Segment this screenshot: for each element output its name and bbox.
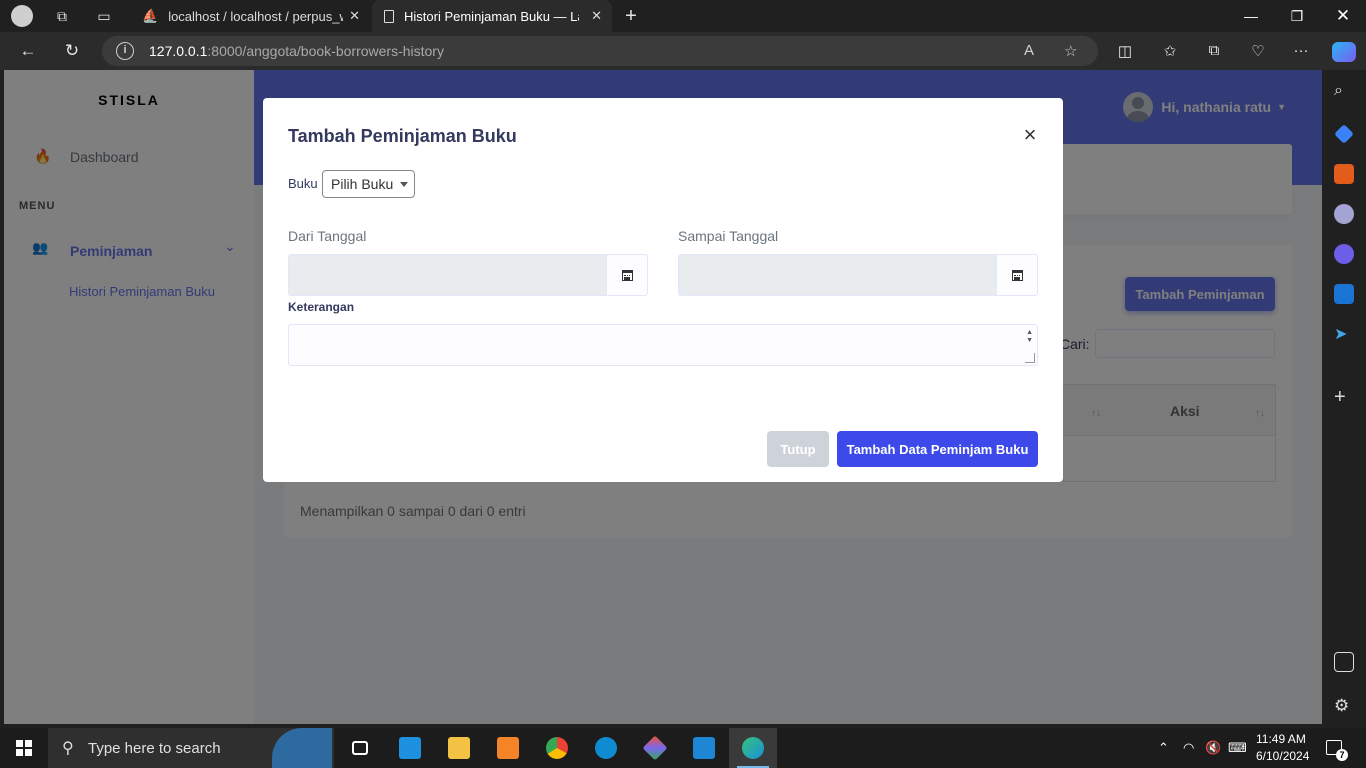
copilot-icon[interactable]	[1332, 42, 1356, 62]
tab-title: Histori Peminjaman Buku — Lara	[404, 8, 579, 24]
edge-icon[interactable]	[729, 728, 777, 768]
book-label: Buku	[288, 176, 318, 191]
clock-time[interactable]: 11:49 AM	[1256, 732, 1306, 746]
mysql-icon[interactable]	[582, 728, 630, 768]
back-icon[interactable]: ←	[13, 37, 43, 65]
minimize-icon[interactable]: —	[1228, 0, 1274, 32]
favorites-icon[interactable]: ✩	[1159, 42, 1181, 62]
to-date-input[interactable]	[678, 254, 996, 296]
taskbar-search[interactable]: ⚲ Type here to search	[48, 728, 334, 768]
page-viewport: STISLA 🔥 Dashboard MENU 👥 Peminjaman ⌄ H…	[4, 70, 1322, 724]
outlook-icon[interactable]	[1334, 284, 1354, 304]
xampp-icon[interactable]	[484, 728, 532, 768]
close-tab-icon[interactable]: ✕	[349, 8, 360, 24]
send-icon[interactable]: ➤	[1334, 324, 1354, 344]
task-view-icon[interactable]	[336, 728, 384, 768]
spinner-icon[interactable]: ▲ ▼	[1026, 329, 1033, 345]
close-tab-icon[interactable]: ✕	[591, 8, 602, 24]
description-textarea[interactable]: ▲ ▼	[288, 324, 1038, 366]
tools-icon[interactable]	[1334, 164, 1354, 184]
to-date-label: Sampai Tanggal	[678, 228, 779, 244]
calendar-icon	[621, 269, 633, 281]
taskbar-search-placeholder: Type here to search	[88, 740, 221, 757]
more-menu-icon[interactable]: ···	[1290, 42, 1312, 62]
chrome-icon[interactable]	[533, 728, 581, 768]
favorite-star-icon[interactable]: ☆	[1064, 42, 1077, 60]
collections-icon[interactable]: ⧉	[1203, 42, 1225, 62]
tab-phpmyadmin[interactable]: ⛵ localhost / localhost / perpus_we ✕	[130, 0, 370, 32]
search-icon: ⚲	[62, 740, 74, 757]
keyboard-icon[interactable]: ⌨	[1228, 740, 1247, 756]
sidebar-settings-icon[interactable]: ⚙	[1334, 696, 1354, 716]
shopping-tag-icon[interactable]	[1334, 124, 1354, 144]
split-screen-icon[interactable]: ◫	[1114, 42, 1136, 62]
restore-icon[interactable]: ❐	[1274, 0, 1320, 32]
browser-essentials-icon[interactable]: ♡	[1247, 42, 1269, 62]
windows-taskbar: ⚲ Type here to search ⌃ ◠ 🔇 ⌨ 11:49 AM 6…	[0, 728, 1366, 768]
from-date-input[interactable]	[288, 254, 606, 296]
close-icon[interactable]: ×	[1020, 124, 1040, 146]
close-window-icon[interactable]: ✕	[1320, 0, 1366, 32]
to-date-calendar-button[interactable]	[996, 254, 1038, 296]
site-info-icon[interactable]: i	[116, 42, 134, 60]
close-button[interactable]: Tutup	[767, 431, 829, 467]
workspaces-icon[interactable]: ⧉	[48, 4, 76, 28]
page-icon	[384, 9, 394, 23]
browser-tab-strip: ⧉ ▭ ⛵ localhost / localhost / perpus_we …	[0, 0, 1366, 32]
add-borrowing-modal: Tambah Peminjaman Buku × Buku Pilih Buku…	[263, 98, 1063, 482]
new-tab-icon[interactable]: +	[617, 4, 645, 28]
search-icon[interactable]: ⌕	[1334, 82, 1354, 102]
phpmyadmin-icon: ⛵	[142, 8, 159, 23]
modal-title: Tambah Peminjaman Buku	[288, 126, 517, 146]
tab-history[interactable]: Histori Peminjaman Buku — Lara ✕	[372, 0, 612, 32]
edge-sidebar: ⌕ ➤ + ⚙	[1322, 70, 1366, 726]
address-bar[interactable]: i 127.0.0.1:8000/anggota/book-borrowers-…	[102, 36, 1098, 66]
refresh-icon[interactable]: ↻	[57, 37, 87, 65]
book-select-value: Pilih Buku	[331, 176, 394, 192]
browser-toolbar: ← ↻ i 127.0.0.1:8000/anggota/book-borrow…	[0, 32, 1366, 70]
games-icon[interactable]	[1334, 204, 1354, 224]
notification-badge: 7	[1336, 749, 1348, 761]
start-button[interactable]	[0, 728, 48, 768]
from-date-calendar-button[interactable]	[606, 254, 648, 296]
from-date-label: Dari Tanggal	[288, 228, 367, 244]
calendar-icon	[1011, 269, 1023, 281]
book-select[interactable]: Pilih Buku	[322, 170, 415, 198]
wifi-icon[interactable]: ◠	[1183, 740, 1194, 756]
vscode-icon[interactable]	[680, 728, 728, 768]
url-text: 127.0.0.1:8000/anggota/book-borrowers-hi…	[149, 43, 444, 59]
chevron-up-icon[interactable]: ⌃	[1158, 740, 1169, 756]
microsoft-365-icon[interactable]	[1334, 244, 1354, 264]
caret-down-icon	[400, 182, 408, 187]
clock-date[interactable]: 6/10/2024	[1256, 749, 1309, 763]
search-highlight-icon	[272, 728, 332, 768]
windows-logo-icon	[16, 740, 32, 756]
submit-button[interactable]: Tambah Data Peminjam Buku	[837, 431, 1038, 467]
file-explorer-icon[interactable]	[435, 728, 483, 768]
tab-actions-icon[interactable]: ▭	[90, 4, 118, 28]
store-icon[interactable]	[386, 728, 434, 768]
resize-handle-icon[interactable]	[1025, 353, 1035, 363]
profile-icon[interactable]	[8, 4, 36, 28]
add-sidebar-icon[interactable]: +	[1334, 386, 1354, 408]
volume-muted-icon[interactable]: 🔇	[1205, 740, 1221, 756]
git-icon[interactable]	[631, 728, 679, 768]
screenshot-icon[interactable]	[1334, 652, 1354, 672]
read-aloud-icon[interactable]: A	[1024, 42, 1034, 59]
tab-title: localhost / localhost / perpus_we	[168, 8, 344, 24]
description-label: Keterangan	[288, 300, 355, 314]
